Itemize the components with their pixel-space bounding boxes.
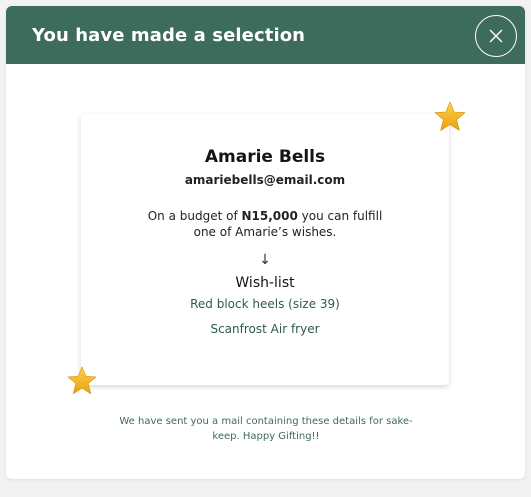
- footer-note: We have sent you a mail containing these…: [119, 416, 413, 442]
- down-arrow-icon: ↓: [259, 252, 271, 268]
- star-icon: [434, 101, 466, 131]
- recipient-name: Amarie Bells: [204, 147, 326, 167]
- budget-text: On a budget of N15,000 you can fulfill o…: [145, 208, 385, 240]
- recipient-card: Amarie Bells amariebells@email.com On a …: [81, 114, 449, 385]
- modal-header: You have made a selection: [6, 6, 525, 64]
- wishlist-item: Scanfrost Air fryer: [210, 322, 320, 336]
- star-icon: [67, 366, 97, 394]
- budget-prefix: On a budget of: [147, 209, 242, 223]
- recipient-email: amariebells@email.com: [184, 173, 346, 187]
- wishlist-item: Red block heels (size 39): [190, 297, 340, 311]
- modal-title: You have made a selection: [32, 24, 306, 46]
- close-icon: [489, 29, 503, 43]
- wishlist-title: Wish-list: [235, 275, 295, 291]
- budget-amount: N15,000: [241, 209, 298, 223]
- selection-modal: You have made a selection Amarie Bells a…: [6, 6, 525, 479]
- close-button[interactable]: [475, 15, 517, 57]
